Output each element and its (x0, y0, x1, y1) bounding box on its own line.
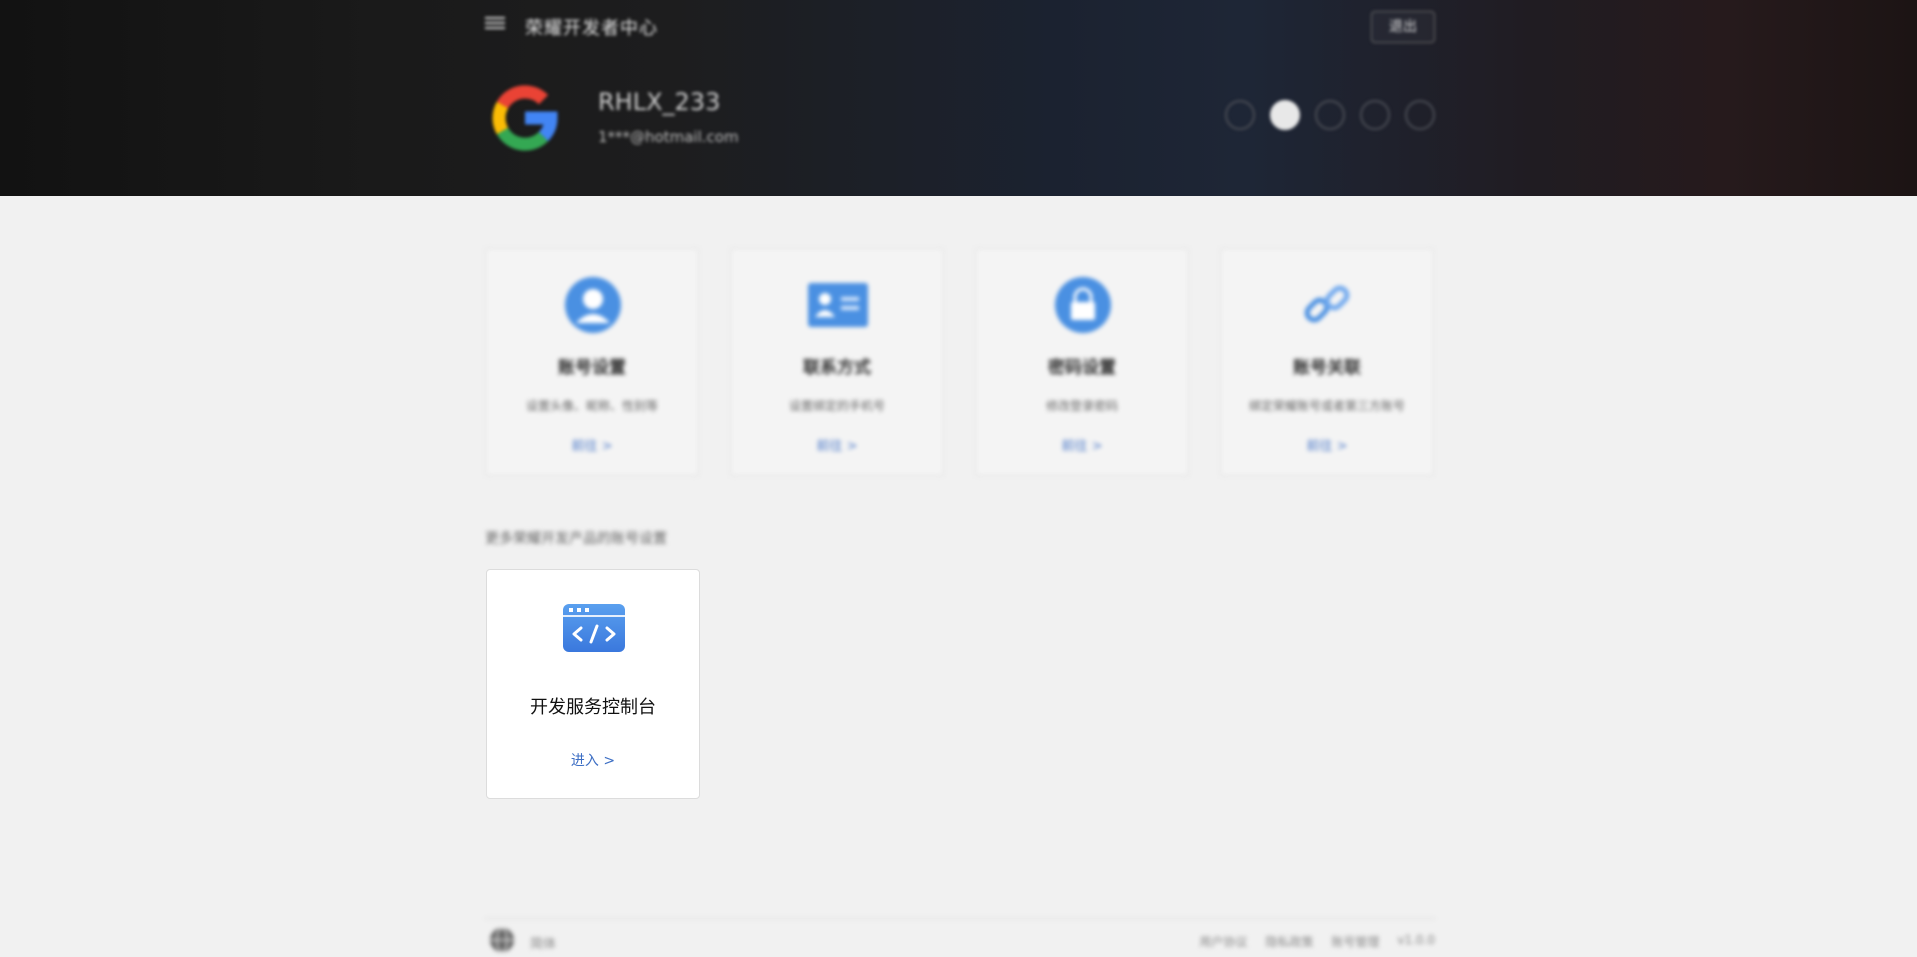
card-dev-console[interactable]: 开发服务控制台 进入 > (486, 569, 700, 799)
google-logo-icon (492, 85, 558, 151)
theme-dot-active[interactable] (1270, 100, 1300, 130)
card-account-link[interactable]: 账号关联 绑定荣耀账号或者第三方账号 前往 > (1220, 248, 1434, 476)
logout-button[interactable]: 退出 (1371, 11, 1435, 43)
header-band: 荣耀开发者中心 退出 RHLX_233 1***@hotmail.com (0, 0, 1917, 196)
app-title: 荣耀开发者中心 (525, 18, 658, 39)
card-title: 账号关联 (1293, 358, 1361, 378)
card-desc: 设置绑定的手机号 (788, 399, 885, 413)
id-card-icon (808, 283, 868, 327)
theme-selector (1225, 100, 1435, 130)
card-account-settings[interactable]: 账号设置 设置头像、昵称、性别等 前往 > (485, 248, 699, 476)
dev-card-title: 开发服务控制台 (530, 697, 656, 718)
menu-icon[interactable] (485, 14, 505, 34)
footer-divider (485, 918, 1435, 919)
section-label: 更多荣耀开发产品的账号设置 (485, 531, 667, 547)
card-title: 密码设置 (1048, 358, 1116, 378)
card-link[interactable]: 前往 > (731, 435, 943, 454)
card-link[interactable]: 前往 > (976, 435, 1188, 454)
footer-links: 用户协议 隐私政策 账号管理 v1.0.0 (1199, 933, 1435, 950)
dev-card-enter-link[interactable]: 进入 > (487, 750, 699, 770)
card-link[interactable]: 前往 > (486, 435, 698, 454)
language-selector[interactable]: 简体 (530, 933, 556, 952)
card-desc: 设置头像、昵称、性别等 (525, 399, 658, 413)
card-title: 联系方式 (803, 358, 871, 378)
card-title: 账号设置 (558, 358, 626, 378)
footer-link[interactable]: 账号管理 (1331, 933, 1379, 950)
link-icon (1304, 285, 1350, 323)
footer-link[interactable]: 隐私政策 (1265, 933, 1313, 950)
lock-icon (1055, 277, 1111, 333)
card-password[interactable]: 密码设置 修改登录密码 前往 > (975, 248, 1189, 476)
footer-link[interactable]: 用户协议 (1199, 933, 1247, 950)
code-window-icon (563, 604, 625, 652)
theme-dot[interactable] (1315, 100, 1345, 130)
card-contact[interactable]: 联系方式 设置绑定的手机号 前往 > (730, 248, 944, 476)
card-link[interactable]: 前往 > (1221, 435, 1433, 454)
theme-dot[interactable] (1360, 100, 1390, 130)
version-label: v1.0.0 (1397, 933, 1435, 947)
theme-dot[interactable] (1405, 100, 1435, 130)
card-desc: 绑定荣耀账号或者第三方账号 (1248, 399, 1405, 413)
user-icon (565, 277, 621, 333)
globe-icon[interactable] (489, 927, 515, 953)
card-desc: 修改登录密码 (1045, 399, 1118, 413)
settings-cards: 账号设置 设置头像、昵称、性别等 前往 > 联系方式 设置绑定的手机号 前往 >… (485, 248, 1435, 476)
theme-dot[interactable] (1225, 100, 1255, 130)
user-email: 1***@hotmail.com (598, 128, 739, 146)
footer: 简体 用户协议 隐私政策 账号管理 v1.0.0 (485, 918, 1435, 957)
user-name: RHLX_233 (598, 88, 721, 116)
